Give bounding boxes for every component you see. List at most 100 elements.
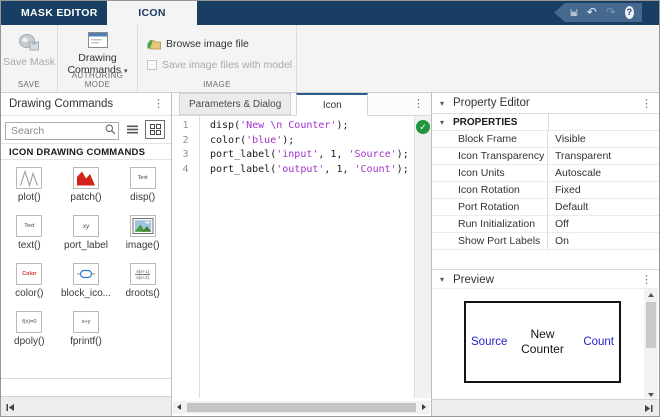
property-name: Block Frame (432, 131, 548, 147)
block-icon-icon (73, 263, 99, 285)
property-row: Run InitializationOff (432, 216, 659, 233)
scroll-skip-end-icon[interactable] (644, 404, 653, 413)
property-value[interactable]: Fixed (548, 182, 659, 198)
collapse-arrow-icon[interactable]: ▾ (440, 93, 444, 114)
scroll-left-arrow-icon[interactable] (177, 404, 181, 410)
line-number: 3 (172, 148, 199, 163)
command-disp[interactable]: Text disp() (114, 167, 171, 215)
tab-icon-editor[interactable]: Icon (296, 93, 368, 116)
browse-image-file-button[interactable]: Browse image file (147, 38, 249, 50)
code-line: disp('New \n Counter'); (210, 119, 414, 134)
disp-text-icon: Text (130, 167, 156, 189)
command-patch[interactable]: patch() (58, 167, 115, 215)
hscroll-thumb[interactable] (187, 403, 416, 412)
code-ok-icon: ✓ (416, 120, 430, 134)
preview-title: Preview (453, 270, 494, 290)
command-label: plot() (18, 192, 41, 203)
save-mask-label: Save Mask (3, 56, 55, 68)
drawing-commands-title: Drawing Commands (9, 93, 113, 116)
editor-hscrollbar[interactable] (173, 401, 430, 414)
save-mask-button[interactable]: Save Mask (1, 32, 57, 68)
properties-section-title: PROPERTIES (453, 114, 517, 131)
ribbon-tab-strip: MASK EDITOR ICON ↶ ↷ ? (1, 1, 659, 25)
command-dpoly[interactable]: f(x)=0 dpoly() (1, 311, 58, 359)
property-name: Show Port Labels (432, 233, 548, 249)
group-label-save: SAVE (1, 80, 57, 89)
scroll-down-arrow-icon[interactable] (648, 393, 654, 397)
drawing-commands-grid: plot() patch() Text disp() Text text() x… (1, 161, 171, 379)
property-value[interactable]: Off (548, 216, 659, 232)
property-editor-menu-icon[interactable]: ⋮ (641, 93, 652, 116)
property-row: Block FrameVisible (432, 131, 659, 148)
vscroll-thumb[interactable] (646, 302, 656, 348)
search-input[interactable] (5, 122, 119, 140)
line-number-gutter: 1 2 3 4 (172, 116, 200, 398)
command-plot[interactable]: plot() (1, 167, 58, 215)
preview-menu-icon[interactable]: ⋮ (641, 270, 652, 290)
search-field-wrap (5, 121, 119, 139)
line-number: 1 (172, 119, 199, 134)
line-number: 4 (172, 163, 199, 178)
save-image-files-label: Save image files with model (162, 59, 292, 71)
tab-parameters-dialog[interactable]: Parameters & Dialog (179, 93, 291, 115)
browse-image-file-label: Browse image file (166, 38, 249, 50)
redo-icon[interactable]: ↷ (606, 3, 616, 22)
property-value[interactable]: Visible (548, 131, 659, 147)
code-area[interactable]: disp('New \n Counter'); color('blue'); p… (200, 116, 414, 398)
properties-section-header[interactable]: ▾ PROPERTIES (432, 114, 659, 131)
code-line: color('blue'); (210, 134, 414, 149)
drawing-commands-icon (88, 32, 108, 48)
command-droots[interactable]: 4(s+1)s(s+2) droots() (114, 263, 171, 311)
command-image[interactable]: image() (114, 215, 171, 263)
scroll-skip-start-icon[interactable] (6, 403, 15, 412)
property-row: Icon RotationFixed (432, 182, 659, 199)
image-icon (130, 215, 156, 237)
undo-icon[interactable]: ↶ (587, 3, 597, 22)
property-value[interactable]: Transparent (548, 148, 659, 164)
editor-menu-icon[interactable]: ⋮ (413, 93, 424, 115)
list-view-button[interactable] (123, 121, 141, 139)
collapse-arrow-icon[interactable]: ▾ (440, 270, 444, 290)
code-line: port_label('input', 1, 'Source'); (210, 148, 414, 163)
help-icon[interactable]: ? (625, 6, 634, 19)
property-name: Icon Rotation (432, 182, 548, 198)
group-label-authoring-mode: AUTHORING MODE (58, 71, 137, 89)
save-image-files-checkbox[interactable] (147, 60, 157, 70)
property-value[interactable]: Default (548, 199, 659, 215)
property-editor-title: Property Editor (453, 93, 530, 114)
command-color[interactable]: Color color() (1, 263, 58, 311)
code-line: port_label('output', 1, 'Count'); (210, 163, 414, 178)
command-block-icon[interactable]: block_ico... (58, 263, 115, 311)
property-value[interactable]: Autoscale (548, 165, 659, 181)
line-number: 2 (172, 134, 199, 149)
property-value[interactable]: On (548, 233, 659, 249)
code-editor[interactable]: 1 2 3 4 disp('New \n Counter'); color('b… (172, 116, 431, 398)
tab-mask-editor[interactable]: MASK EDITOR (1, 1, 118, 25)
preview-vscrollbar[interactable] (644, 289, 658, 401)
tab-icon[interactable]: ICON (107, 1, 197, 25)
property-editor-panel: ▾ Property Editor ⋮ ▾ PROPERTIES Block F… (432, 93, 659, 416)
command-text[interactable]: Text text() (1, 215, 58, 263)
property-name: Icon Transparency (432, 148, 548, 164)
group-label-image: IMAGE (138, 80, 296, 89)
group-save: Save Mask SAVE (1, 25, 58, 92)
command-port-label[interactable]: xy port_label (58, 215, 115, 263)
dpoly-icon: f(x)=0 (16, 311, 42, 333)
drawing-commands-menu-icon[interactable]: ⋮ (153, 93, 164, 116)
command-fprintf[interactable]: x+y fprintf() (58, 311, 115, 359)
command-label: color() (15, 288, 43, 299)
property-editor-header: ▾ Property Editor ⋮ (432, 93, 659, 114)
save-icon[interactable] (570, 7, 578, 18)
port-label-icon: xy (73, 215, 99, 237)
command-label: droots() (125, 288, 159, 299)
fprintf-icon: x+y (73, 311, 99, 333)
save-image-files-checkbox-row[interactable]: Save image files with model (147, 59, 292, 71)
list-view-icon (127, 125, 138, 134)
scroll-right-arrow-icon[interactable] (422, 404, 426, 410)
code-status-strip: ✓ (414, 116, 431, 398)
scroll-up-arrow-icon[interactable] (648, 293, 654, 297)
drawing-commands-hscrollbar[interactable] (1, 396, 171, 416)
collapse-arrow-icon[interactable]: ▾ (440, 114, 444, 131)
grid-view-button[interactable] (145, 120, 165, 139)
preview-hscrollbar[interactable] (432, 399, 659, 416)
